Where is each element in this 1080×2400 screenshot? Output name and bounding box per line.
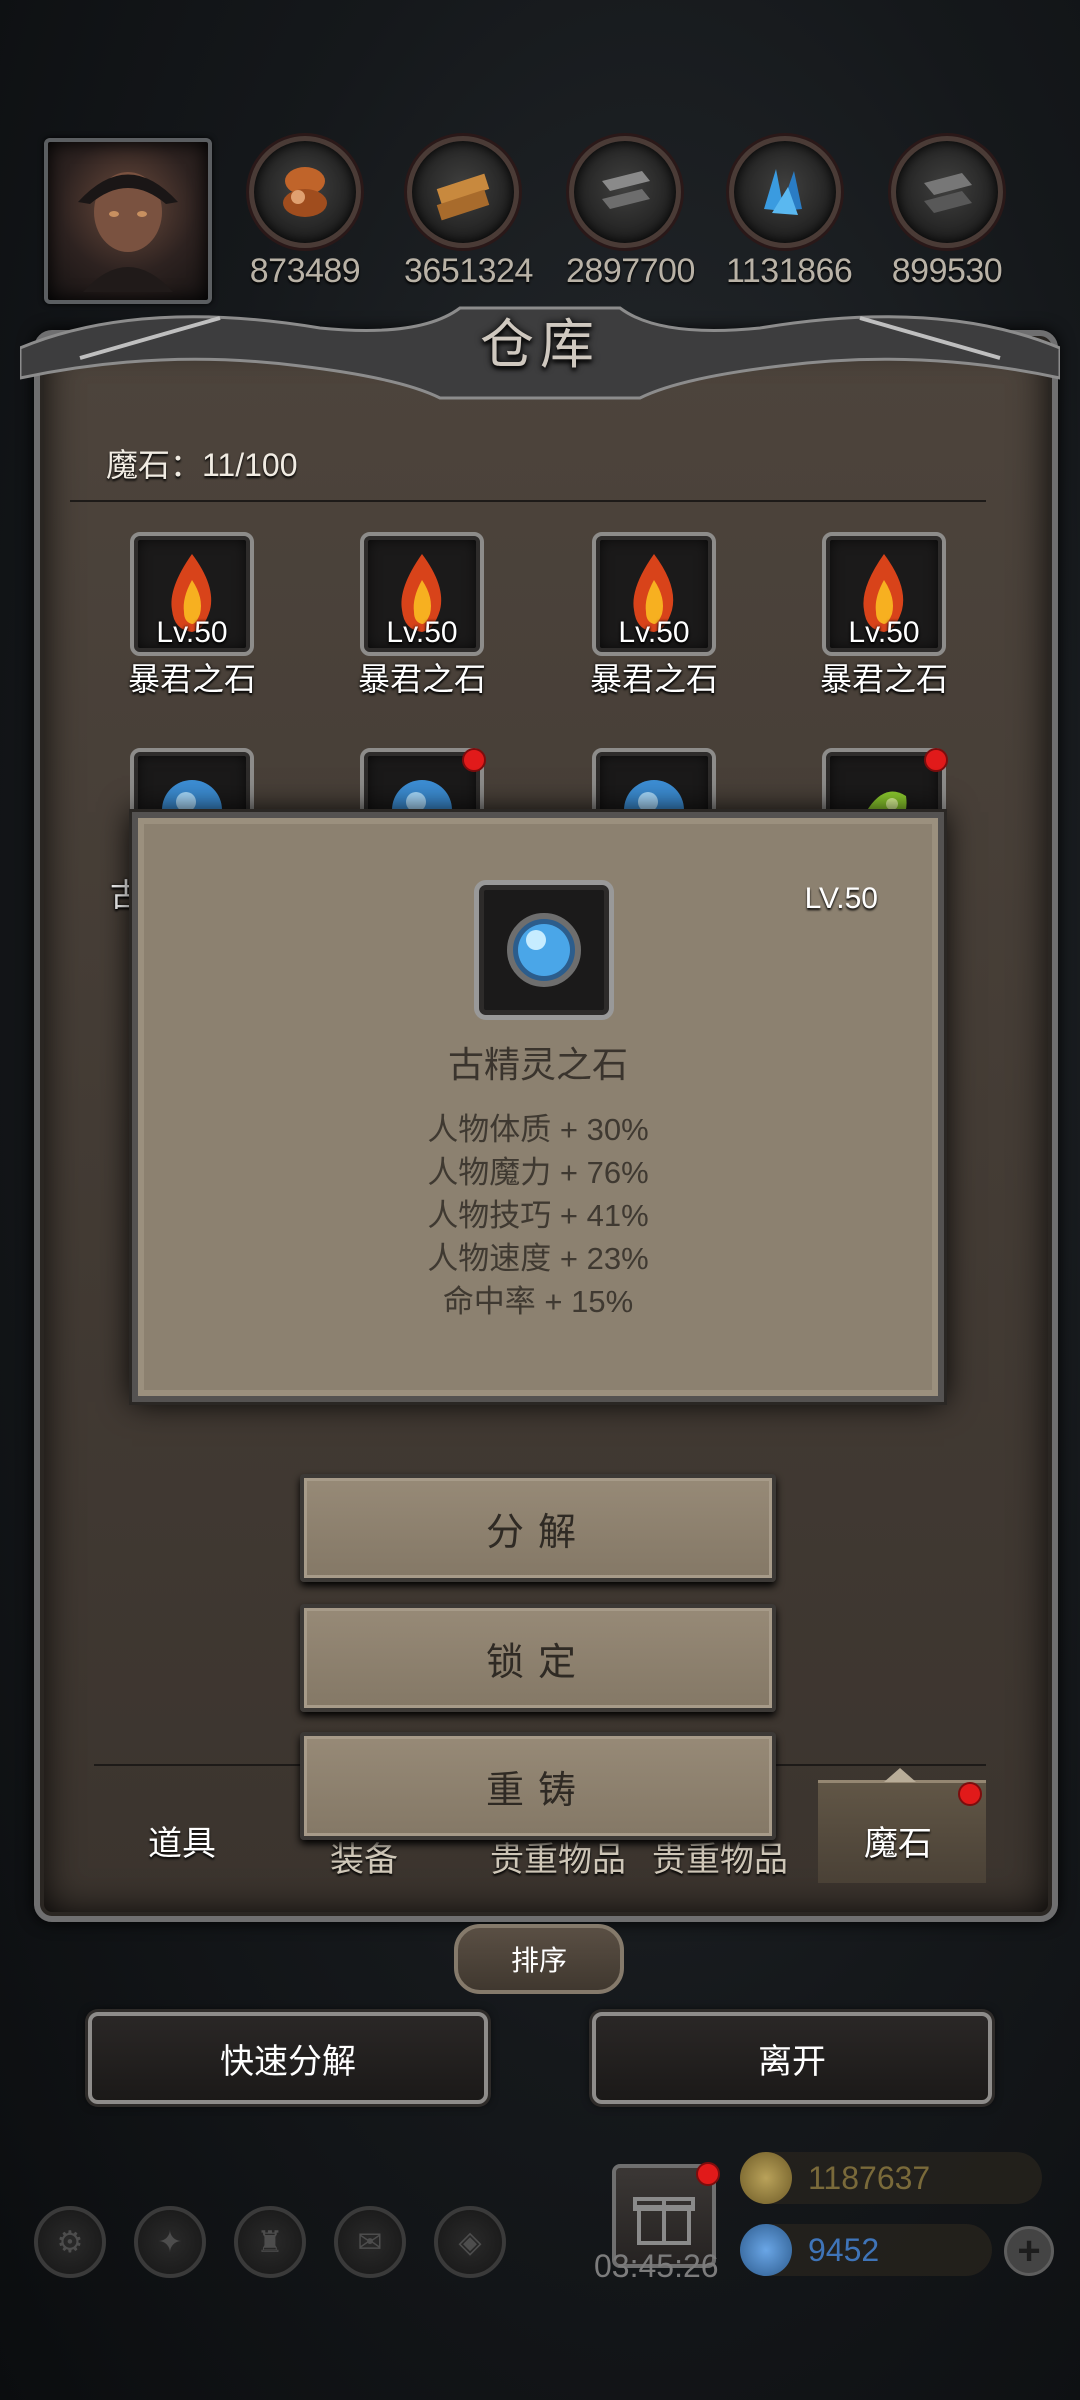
recast-button[interactable]: 重铸: [300, 1732, 776, 1840]
magic-stone-capacity: 魔石：11/100: [106, 447, 298, 483]
plank-icon: [407, 136, 519, 248]
header-divider: [70, 500, 986, 502]
popup-item-name: 古精灵之石: [447, 1044, 628, 1085]
iron-ingot-icon: [569, 136, 681, 248]
stat-line: 人物技巧 + 41%: [427, 1198, 649, 1233]
resource-count: 873489: [249, 252, 361, 290]
item-name: 暴君之石: [357, 661, 486, 697]
resource-crystal[interactable]: 1131866: [726, 136, 853, 291]
popup-level: LV.50: [804, 882, 878, 915]
gem-display[interactable]: 9452: [740, 2224, 992, 2276]
stat-line: 命中率 + 15%: [442, 1284, 634, 1319]
sort-button[interactable]: 排序: [454, 1924, 624, 1994]
gold-coin-icon: [740, 2152, 792, 2204]
settings-icon[interactable]: ⚙: [34, 2206, 106, 2278]
item-name: 暴君之石: [819, 661, 948, 697]
item-level: Lv.50: [618, 616, 690, 649]
stat-line: 人物魔力 + 76%: [427, 1155, 649, 1190]
tab-new-indicator-dot: [958, 1782, 982, 1806]
panel-title: 仓库: [480, 313, 600, 376]
decompose-button[interactable]: 分解: [300, 1474, 776, 1582]
inventory-item[interactable]: Lv.50 暴君之石: [814, 532, 954, 700]
bag-icon[interactable]: ◈: [434, 2206, 506, 2278]
inventory-item[interactable]: Lv.50 暴君之石: [122, 532, 262, 700]
stat-line: 人物速度 + 23%: [427, 1241, 649, 1276]
resource-wood[interactable]: 873489: [246, 136, 364, 291]
tab-items[interactable]: 道具: [148, 1816, 216, 1865]
item-detail-popup: LV.50 古精灵之石 人物体质 + 30% 人物魔力 + 76% 人物技巧 +…: [132, 812, 944, 1402]
skills-icon[interactable]: ✦: [134, 2206, 206, 2278]
resource-plank[interactable]: 3651324: [404, 136, 533, 291]
item-name: 暴君之石: [127, 661, 256, 697]
steel-ingot-icon: [891, 136, 1003, 248]
blue-orb-stone-icon: [474, 880, 614, 1020]
popup-stats: 人物体质 + 30% 人物魔力 + 76% 人物技巧 + 41% 人物速度 + …: [138, 1108, 938, 1323]
tab-active-arrow-icon: [884, 1768, 916, 1782]
resource-count: 1131866: [726, 252, 853, 290]
gift-new-indicator-dot: [696, 2162, 720, 2186]
wood-log-icon: [249, 136, 361, 248]
lock-button[interactable]: 锁定: [300, 1604, 776, 1712]
resource-count: 2897700: [566, 252, 695, 290]
add-currency-plus-icon[interactable]: +: [1004, 2226, 1054, 2276]
inventory-item[interactable]: Lv.50 暴君之石: [352, 532, 492, 700]
stat-line: 人物体质 + 30%: [427, 1112, 649, 1147]
gift-icon: [633, 2197, 695, 2245]
gem-icon: [740, 2224, 792, 2276]
item-level: Lv.50: [156, 616, 228, 649]
new-indicator-dot: [924, 748, 948, 772]
gold-display[interactable]: 1187637: [740, 2152, 1042, 2204]
gift-timer: 03:45:26: [594, 2248, 719, 2284]
resource-steel[interactable]: 899530: [888, 136, 1006, 291]
resource-count: 899530: [891, 252, 1003, 290]
resource-count: 3651324: [404, 252, 533, 290]
item-name: 暴君之石: [589, 661, 718, 697]
gem-amount: 9452: [808, 2231, 880, 2268]
character-icon[interactable]: ♜: [234, 2206, 306, 2278]
crystal-icon: [729, 136, 841, 248]
mail-icon[interactable]: ✉: [334, 2206, 406, 2278]
tab-magic-stones[interactable]: 魔石: [864, 1816, 932, 1865]
player-portrait-icon: [78, 172, 178, 292]
item-level: Lv.50: [386, 616, 458, 649]
player-avatar[interactable]: [44, 138, 212, 304]
inventory-item[interactable]: Lv.50 暴君之石: [584, 532, 724, 700]
gold-amount: 1187637: [808, 2159, 931, 2196]
leave-button[interactable]: 离开: [592, 2012, 992, 2104]
new-indicator-dot: [462, 748, 486, 772]
resource-iron[interactable]: 2897700: [566, 136, 695, 291]
item-level: Lv.50: [848, 616, 920, 649]
quick-decompose-button[interactable]: 快速分解: [88, 2012, 488, 2104]
